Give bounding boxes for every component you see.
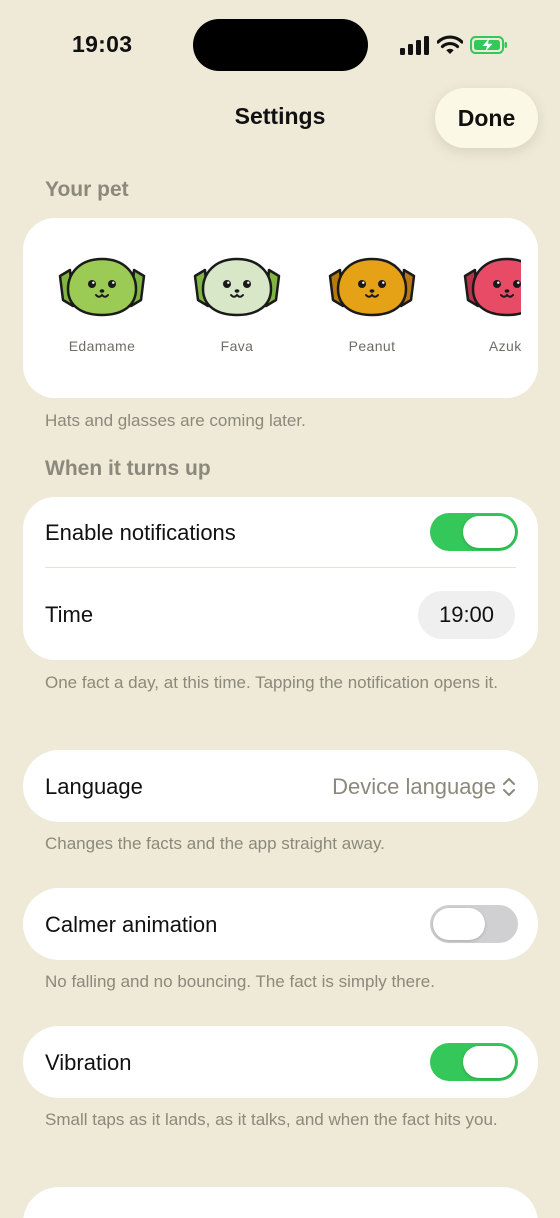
pet-name: Peanut [348,338,396,354]
pet-azuki-icon [463,257,521,317]
vibration-row: Vibration [23,1026,538,1098]
pet-section-header: Your pet [45,178,129,201]
pet-fava-icon [193,257,281,317]
vibration-label: Vibration [45,1050,132,1075]
vibration-section-footer: Small taps as it lands, as it talks, and… [45,1110,498,1129]
pet-option-peanut[interactable]: Peanut [317,256,427,354]
notify-section-header: When it turns up [45,457,211,480]
next-settings-row[interactable] [23,1187,538,1218]
language-picker[interactable]: Device language [332,774,516,800]
pet-option-fava[interactable]: Fava [182,256,292,354]
time-label: Time [45,602,94,627]
status-bar: 19:03 [0,0,560,90]
language-value: Device language [332,774,496,799]
toggle-knob [433,908,485,940]
pet-edamame-icon [58,257,146,317]
pet-option-azuki[interactable]: Azuki [452,256,521,354]
toggle-knob [463,1046,515,1078]
pet-peanut-icon [328,257,416,317]
language-row[interactable]: Language Device language [23,750,538,822]
toggle-knob [463,516,515,548]
notifications-card: Enable notifications Time 19:00 [23,497,538,660]
dynamic-island [193,19,368,71]
language-section-footer: Changes the facts and the app straight a… [45,834,385,853]
chevron-up-down-icon [503,778,515,796]
notify-section-footer: One fact a day, at this time. Tapping th… [45,673,498,692]
enable-notifications-label: Enable notifications [45,520,236,545]
calmer-section-footer: No falling and no bouncing. The fact is … [45,972,435,991]
pet-name: Fava [220,338,254,354]
done-button[interactable]: Done [435,88,538,148]
enable-notifications-toggle[interactable] [430,513,518,551]
pet-name: Azuki [488,338,521,354]
language-label: Language [45,774,143,799]
status-icons [400,34,508,56]
calmer-animation-toggle[interactable] [430,905,518,943]
pet-section-footer: Hats and glasses are coming later. [45,411,306,430]
calmer-animation-label: Calmer animation [45,912,218,937]
battery-charging-icon [470,36,507,54]
pet-name: Edamame [68,338,136,354]
cellular-signal-icon [400,36,429,55]
status-time: 19:03 [72,31,133,57]
vibration-toggle[interactable] [430,1043,518,1081]
time-picker[interactable]: 19:00 [418,591,515,639]
pet-option-edamame[interactable]: Edamame [47,256,157,354]
wifi-icon [437,35,463,54]
pet-carousel[interactable]: Edamame Fava Peanut Azuk [23,218,521,398]
calmer-animation-row: Calmer animation [23,888,538,960]
pet-picker-card: Edamame Fava Peanut Azuk [23,218,538,398]
divider [45,567,516,568]
